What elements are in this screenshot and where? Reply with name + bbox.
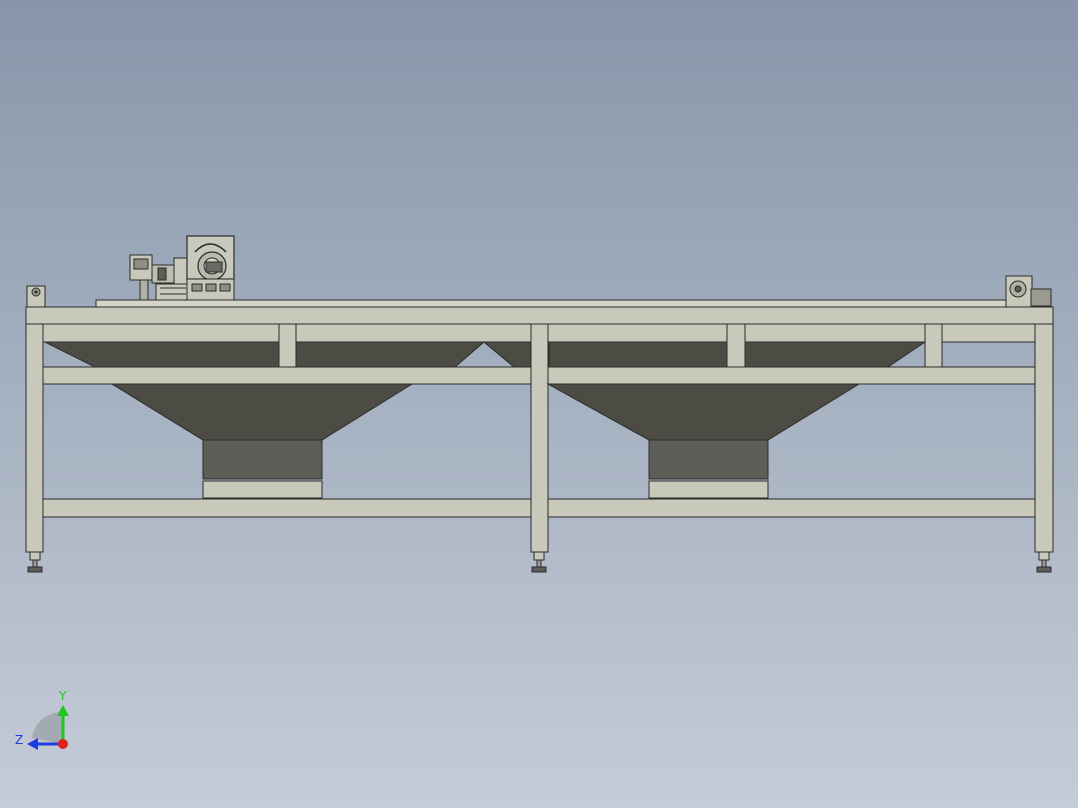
z-axis-label: Z (15, 733, 23, 747)
gearbox-icon (186, 235, 235, 301)
upper-hoppers (44, 341, 927, 368)
y-axis-label: Y (58, 689, 67, 703)
z-arrowhead-icon (27, 738, 38, 750)
left-end-bracket (26, 285, 46, 308)
cad-model-drawing[interactable]: Y Z (0, 0, 1078, 808)
red-dot-origin-icon (58, 739, 68, 749)
coordinate-triad[interactable]: Y Z (15, 689, 69, 750)
cad-viewport[interactable]: Y Z (0, 0, 1078, 808)
drive-motor-icon (129, 254, 191, 301)
lower-hoppers (110, 383, 861, 499)
y-arrowhead-icon (57, 705, 69, 716)
leveling-foot-icon (27, 551, 1052, 573)
